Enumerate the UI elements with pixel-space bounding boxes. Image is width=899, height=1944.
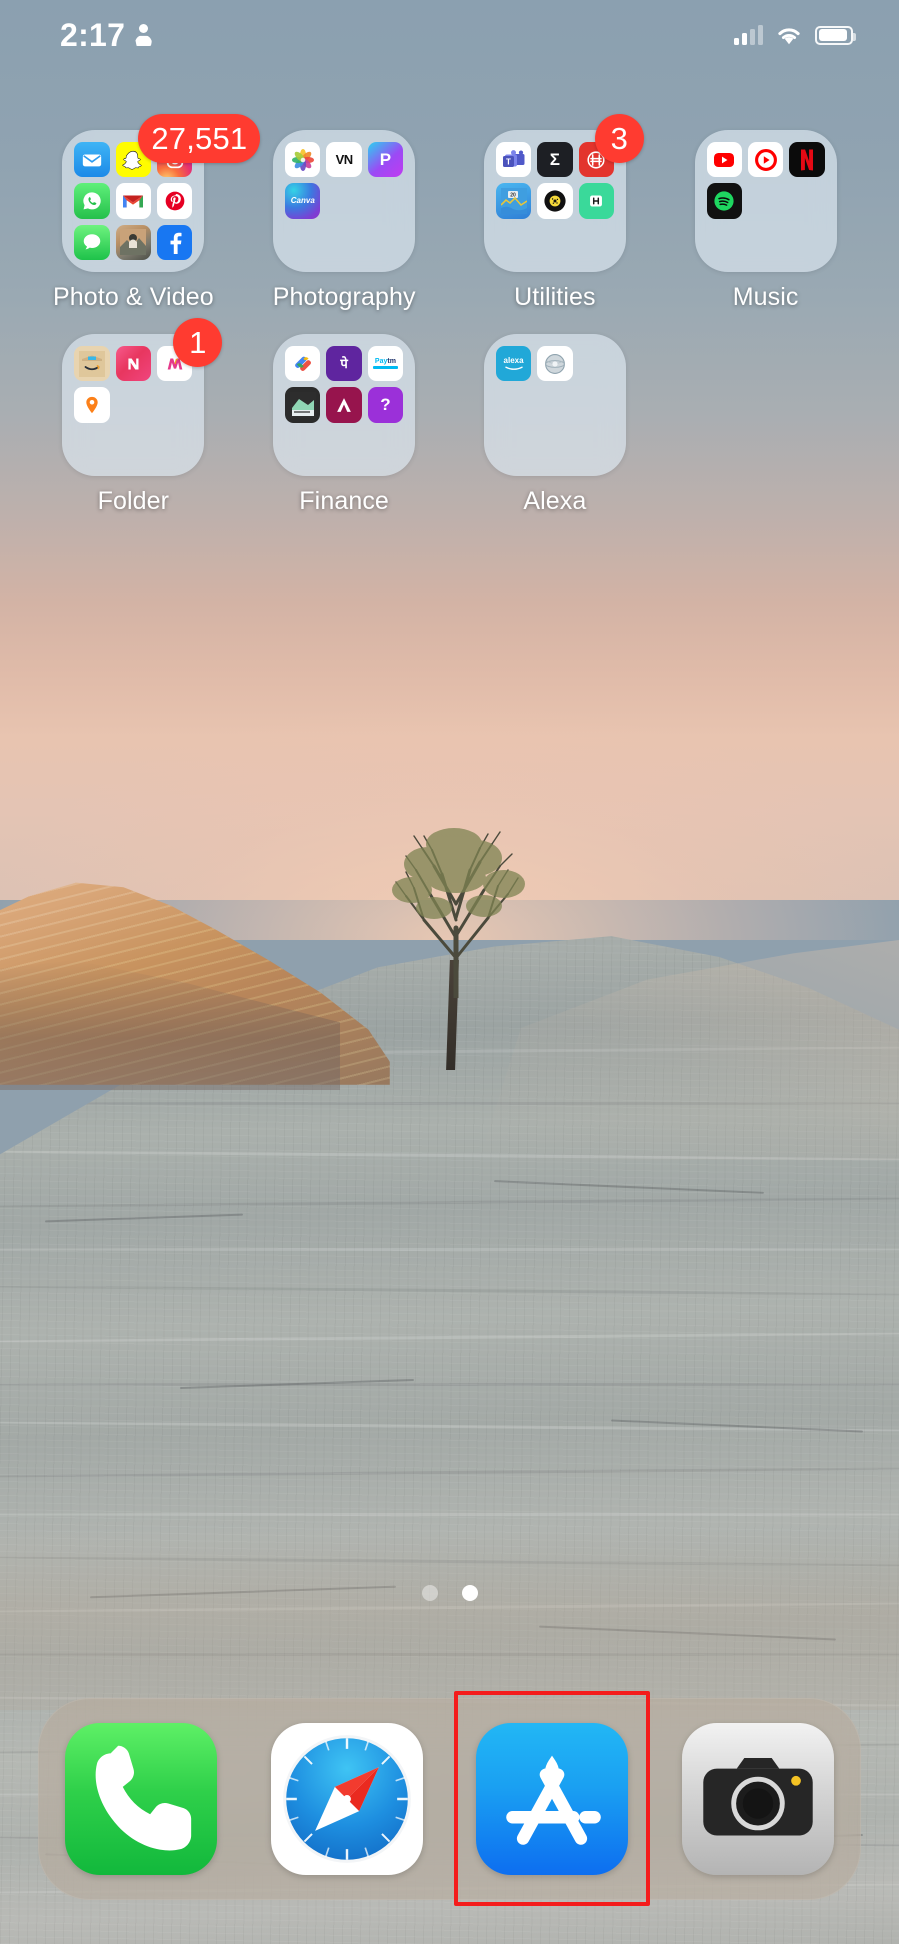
mini-icon-amazon-alexa: alexa [495,346,532,382]
mini-icon-photos [285,142,321,178]
mini-icon-hotstar [578,183,614,219]
folder-finance[interactable]: पे Paytm ? Finance [239,334,450,516]
mini-icon-photo-app [115,224,152,260]
status-bar-left: 2:17 [60,16,153,54]
dock [38,1691,861,1906]
mini-icon-stocks: 20 [495,183,532,219]
folder-icon-finance[interactable]: पे Paytm ? [273,334,416,476]
folder-label-music: Music [732,283,799,311]
folder-photography[interactable]: VN P Canva Photography [239,130,450,312]
mini-icon-sigma-calculator: Σ [537,142,573,178]
folder-label-photo-and-video: Photo & Video [53,283,214,311]
mini-icon-mail [74,142,110,178]
mini-icon-google-pay [285,346,321,382]
folder-folder[interactable]: 1 Folder [28,318,239,516]
folder-music[interactable]: Music [660,130,871,312]
home-grid-row: 1 Folder पे Paytm ? Finance alexa Alexa [28,318,871,538]
phone-icon[interactable] [64,1723,217,1875]
mini-icon-microsoft-teams: T [495,142,532,178]
mini-icon-spotify [706,183,742,219]
app-store-icon[interactable] [476,1723,629,1875]
mini-icon-youtube-music [747,142,784,178]
mini-icon-youtube [706,142,742,178]
mini-icon-phonepe: पे [326,346,362,382]
mini-icon-canva: Canva [285,183,321,219]
badge-photo-and-video: 27,551 [138,114,261,163]
home-screen-grid: 27,551 Photo & Video VN P Canva Photogra… [0,114,899,538]
dock-item-phone[interactable] [64,1723,217,1875]
svg-text:T: T [506,157,511,166]
battery-icon [815,25,856,45]
folder-icon-photography[interactable]: VN P Canva [273,130,416,272]
status-bar-right [734,25,856,45]
page-dot-1[interactable] [421,1585,438,1601]
folder-icon-music[interactable] [694,130,837,272]
dock-item-safari[interactable] [270,1723,423,1875]
folder-label-alexa: Alexa [523,487,587,515]
badge-folder: 1 [173,318,223,367]
mini-icon-echo-device [537,346,573,382]
mini-icon-picsart: P [367,142,404,178]
status-bar: 2:17 [0,0,899,70]
folder-alexa[interactable]: alexa Alexa [450,334,661,516]
folder-label-folder: Folder [97,487,170,515]
mini-icon-wallet [285,387,321,423]
folder-photo-and-video[interactable]: 27,551 Photo & Video [28,114,261,312]
folder-icon-alexa[interactable]: alexa [483,334,626,476]
mini-icon-amazon [74,346,110,382]
mini-icon-netflix [789,142,825,178]
mini-icon-nykaa [115,346,152,382]
mini-icon-whatsapp [74,183,110,219]
folder-label-finance: Finance [299,487,389,515]
folder-label-photography: Photography [272,283,416,311]
page-indicator[interactable] [0,1585,899,1601]
dock-item-camera[interactable] [682,1723,835,1875]
mini-icon-messages [74,224,110,260]
mini-icon-vinyl-player [537,183,573,219]
folder-label-utilities: Utilities [514,283,596,311]
mini-icon-question-app: ? [367,387,404,423]
mini-icon-paytm: Paytm [367,346,404,382]
camera-icon[interactable] [682,1723,835,1875]
folder-utilities[interactable]: 3 T Σ 20 Utilities [450,114,661,312]
mini-icon-swiggy [74,387,110,423]
mini-icon-axis-bank [326,387,362,423]
mini-icon-facebook [157,224,193,260]
page-dot-2[interactable] [461,1585,478,1601]
wallpaper-sand [0,1530,899,1710]
cellular-signal-icon [734,25,763,45]
home-grid-row: 27,551 Photo & Video VN P Canva Photogra… [28,114,871,334]
badge-utilities: 3 [594,114,644,163]
person-icon [135,24,153,46]
mini-icon-gmail [115,183,152,219]
wallpaper-tree-canopy [368,808,543,1001]
safari-icon[interactable] [270,1723,423,1875]
mini-icon-vn: VN [326,142,362,178]
dock-item-app-store[interactable] [454,1691,651,1906]
status-bar-clock: 2:17 [60,16,126,53]
wifi-icon [776,25,802,45]
mini-icon-pinterest [157,183,193,219]
